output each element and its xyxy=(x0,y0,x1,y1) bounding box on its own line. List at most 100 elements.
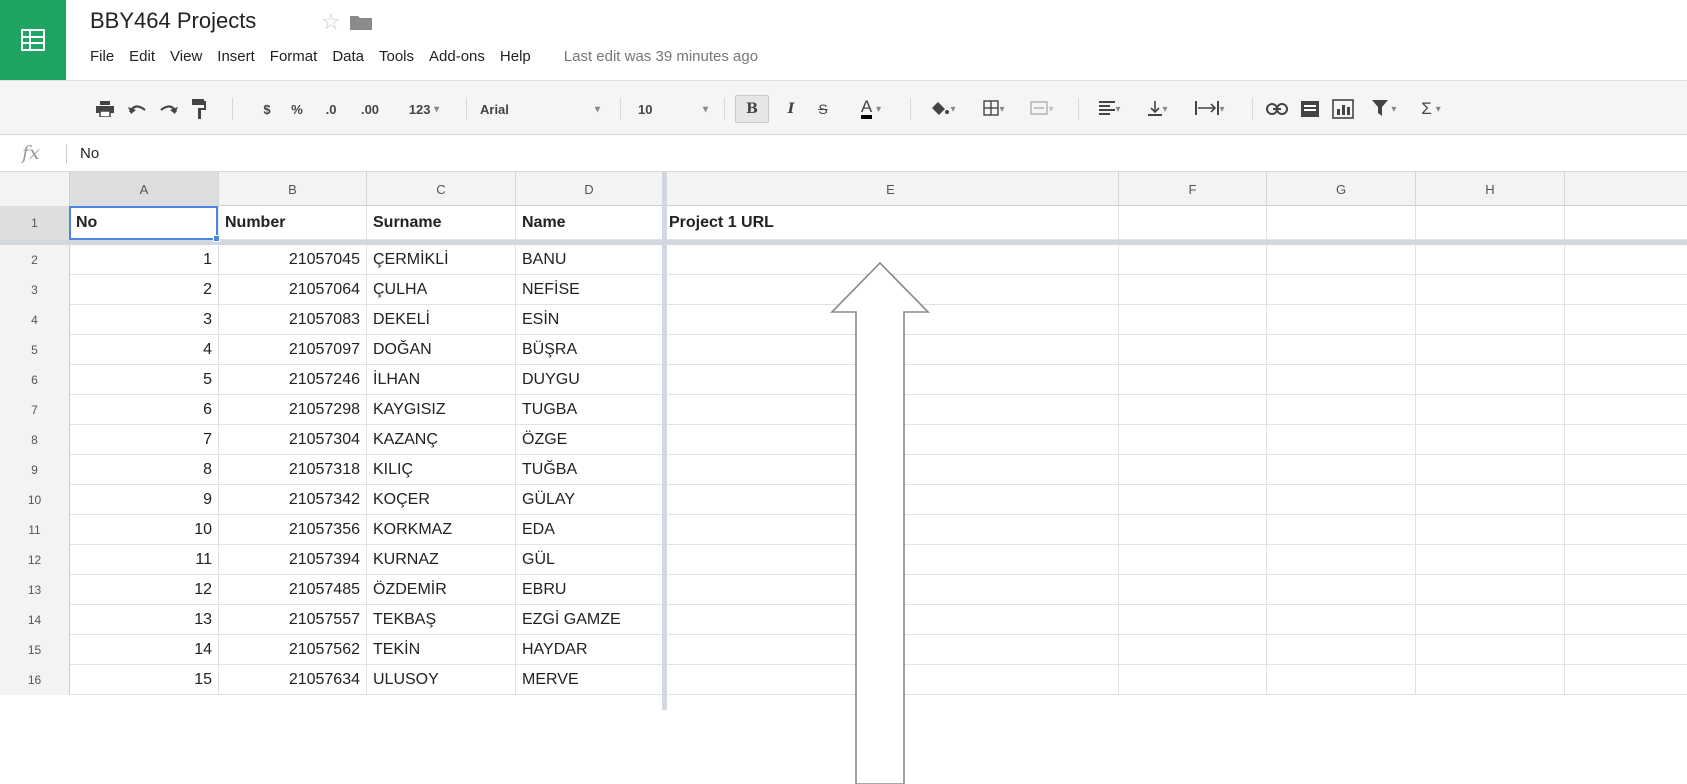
cell-g[interactable] xyxy=(1267,635,1416,664)
cell-a[interactable]: 12 xyxy=(70,575,219,604)
horizontal-align-button[interactable]: ▾ xyxy=(1088,95,1132,123)
row-header[interactable]: 3 xyxy=(0,275,70,305)
cell-d[interactable]: MERVE xyxy=(516,665,663,694)
cell-h[interactable] xyxy=(1416,515,1565,544)
filter-button[interactable]: ▾ xyxy=(1362,95,1406,123)
cell-d[interactable]: GÜL xyxy=(516,545,663,574)
cell-d[interactable]: HAYDAR xyxy=(516,635,663,664)
cell-d[interactable]: DUYGU xyxy=(516,365,663,394)
cell-f[interactable] xyxy=(1119,245,1267,274)
fill-handle[interactable] xyxy=(213,235,220,242)
cell-h[interactable] xyxy=(1416,275,1565,304)
cell-g[interactable] xyxy=(1267,575,1416,604)
column-header-d[interactable]: D xyxy=(516,172,663,206)
row-header[interactable]: 8 xyxy=(0,425,70,455)
cell-h1[interactable] xyxy=(1416,206,1565,239)
cell-c[interactable]: KOÇER xyxy=(367,485,516,514)
more-formats-button[interactable]: 123 ▾ xyxy=(396,95,452,123)
cell-f1[interactable] xyxy=(1119,206,1267,239)
frozen-column-divider[interactable] xyxy=(662,172,667,710)
cell-g[interactable] xyxy=(1267,605,1416,634)
percent-format-button[interactable]: % xyxy=(286,95,308,123)
cell-h[interactable] xyxy=(1416,485,1565,514)
cell-a[interactable]: 1 xyxy=(70,245,219,274)
functions-button[interactable]: Σ ▾ xyxy=(1410,95,1452,123)
cell-g[interactable] xyxy=(1267,275,1416,304)
cell-f[interactable] xyxy=(1119,545,1267,574)
cell-b[interactable]: 21057394 xyxy=(219,545,367,574)
cell-f[interactable] xyxy=(1119,665,1267,694)
cell-f[interactable] xyxy=(1119,575,1267,604)
column-header-g[interactable]: G xyxy=(1267,172,1416,206)
row-header[interactable]: 2 xyxy=(0,245,70,275)
column-header-f[interactable]: F xyxy=(1119,172,1267,206)
cell-a[interactable]: 13 xyxy=(70,605,219,634)
row-header[interactable]: 13 xyxy=(0,575,70,605)
row-header[interactable]: 10 xyxy=(0,485,70,515)
cell-h[interactable] xyxy=(1416,455,1565,484)
cell-h[interactable] xyxy=(1416,575,1565,604)
folder-icon[interactable] xyxy=(350,14,372,30)
cell-a[interactable]: 10 xyxy=(70,515,219,544)
cell-b[interactable]: 21057557 xyxy=(219,605,367,634)
menu-data[interactable]: Data xyxy=(332,48,364,65)
cell-a[interactable]: 4 xyxy=(70,335,219,364)
decrease-decimal-button[interactable]: .0 xyxy=(316,95,346,123)
cell-d[interactable]: GÜLAY xyxy=(516,485,663,514)
cell-b[interactable]: 21057304 xyxy=(219,425,367,454)
menu-help[interactable]: Help xyxy=(500,48,531,65)
cell-f[interactable] xyxy=(1119,305,1267,334)
sheets-logo-icon[interactable] xyxy=(0,0,66,80)
select-all-corner[interactable] xyxy=(0,172,70,206)
cell-b1[interactable]: Number xyxy=(219,206,367,239)
cell-d[interactable]: TUGBA xyxy=(516,395,663,424)
menu-format[interactable]: Format xyxy=(270,48,318,65)
cell-b[interactable]: 21057246 xyxy=(219,365,367,394)
cell-c[interactable]: TEKİN xyxy=(367,635,516,664)
cell-h[interactable] xyxy=(1416,335,1565,364)
cell-b[interactable]: 21057097 xyxy=(219,335,367,364)
cell-h[interactable] xyxy=(1416,395,1565,424)
cell-a[interactable]: 6 xyxy=(70,395,219,424)
cell-c1[interactable]: Surname xyxy=(367,206,516,239)
cell-a[interactable]: 9 xyxy=(70,485,219,514)
vertical-align-button[interactable]: ▾ xyxy=(1136,95,1180,123)
cell-a[interactable]: 2 xyxy=(70,275,219,304)
cell-c[interactable]: DEKELİ xyxy=(367,305,516,334)
menu-tools[interactable]: Tools xyxy=(379,48,414,65)
cell-a[interactable]: 3 xyxy=(70,305,219,334)
cell-g[interactable] xyxy=(1267,245,1416,274)
menu-insert[interactable]: Insert xyxy=(217,48,255,65)
column-header-c[interactable]: C xyxy=(367,172,516,206)
cell-d[interactable]: NEFİSE xyxy=(516,275,663,304)
print-icon[interactable] xyxy=(92,95,118,123)
cell-g[interactable] xyxy=(1267,455,1416,484)
cell-c[interactable]: DOĞAN xyxy=(367,335,516,364)
cell-c[interactable]: ÇULHA xyxy=(367,275,516,304)
document-title[interactable]: BBY464 Projects xyxy=(90,8,256,34)
column-header-e[interactable]: E xyxy=(663,172,1119,206)
font-size-select[interactable]: 10 ▾ xyxy=(630,95,716,123)
menu-addons[interactable]: Add-ons xyxy=(429,48,485,65)
currency-format-button[interactable]: $ xyxy=(258,95,276,123)
italic-button[interactable]: I xyxy=(778,95,804,123)
cell-c[interactable]: KAZANÇ xyxy=(367,425,516,454)
cell-a[interactable]: 15 xyxy=(70,665,219,694)
cell-a[interactable]: 5 xyxy=(70,365,219,394)
row-header[interactable]: 9 xyxy=(0,455,70,485)
cell-g[interactable] xyxy=(1267,365,1416,394)
cell-d[interactable]: EZGİ GAMZE xyxy=(516,605,663,634)
cell-h[interactable] xyxy=(1416,425,1565,454)
cell-c[interactable]: KORKMAZ xyxy=(367,515,516,544)
cell-b[interactable]: 21057064 xyxy=(219,275,367,304)
cell-c[interactable]: ÇERMİKLİ xyxy=(367,245,516,274)
cell-a1[interactable]: No xyxy=(70,206,219,239)
cell-b[interactable]: 21057045 xyxy=(219,245,367,274)
cell-f[interactable] xyxy=(1119,335,1267,364)
cell-f[interactable] xyxy=(1119,515,1267,544)
menu-file[interactable]: File xyxy=(90,48,114,65)
menu-view[interactable]: View xyxy=(170,48,202,65)
cell-f[interactable] xyxy=(1119,275,1267,304)
cell-f[interactable] xyxy=(1119,485,1267,514)
cell-d[interactable]: BANU xyxy=(516,245,663,274)
